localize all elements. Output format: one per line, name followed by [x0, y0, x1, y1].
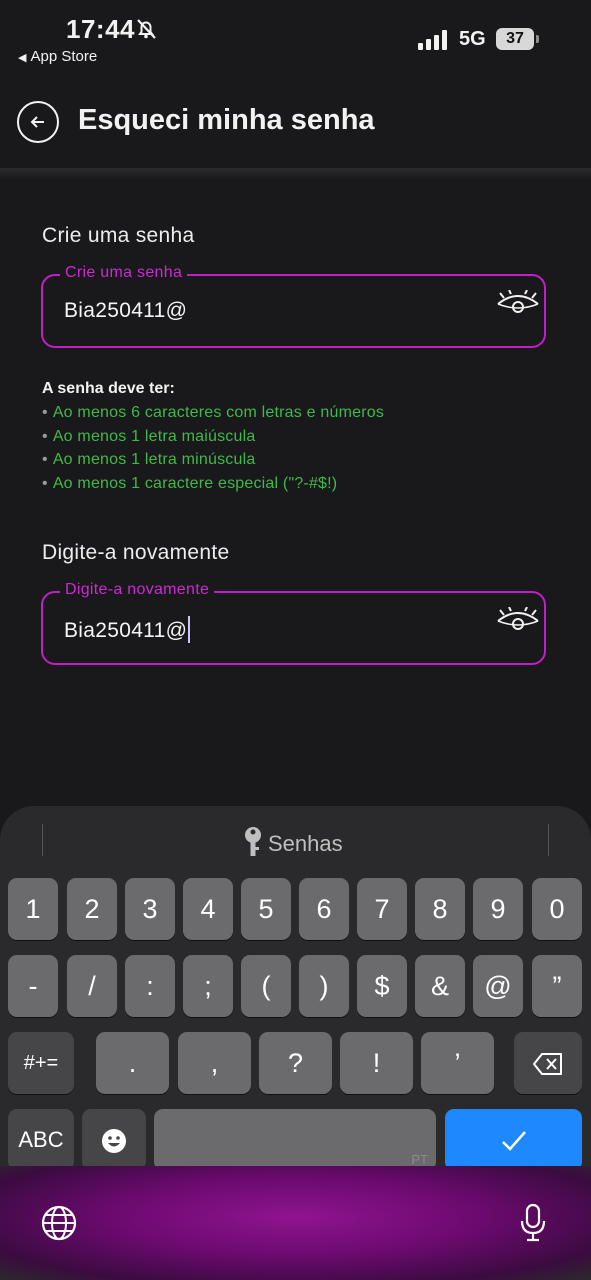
key-apostrophe[interactable]: ’: [421, 1032, 494, 1094]
key-slash[interactable]: /: [67, 955, 117, 1017]
globe-icon[interactable]: [40, 1204, 78, 1242]
header-divider: [0, 168, 591, 180]
keyboard-language: PT: [411, 1152, 428, 1167]
key-question[interactable]: ?: [259, 1032, 332, 1094]
requirements-title: A senha deve ter:: [42, 380, 175, 397]
back-button[interactable]: [17, 101, 59, 143]
confirm-password-value: Bia250411@: [64, 616, 191, 643]
microphone-icon[interactable]: [519, 1203, 547, 1243]
key-0[interactable]: 0: [532, 878, 582, 940]
key-9[interactable]: 9: [473, 878, 523, 940]
key-7[interactable]: 7: [357, 878, 407, 940]
key-period[interactable]: .: [96, 1032, 169, 1094]
password-section-title: Crie uma senha: [42, 224, 195, 247]
space-key[interactable]: PT: [154, 1109, 436, 1171]
suggestion-divider: [42, 824, 43, 856]
password-value: Bia250411@: [64, 299, 188, 322]
key-6[interactable]: 6: [299, 878, 349, 940]
password-field[interactable]: Crie uma senha Bia250411@: [41, 264, 546, 348]
done-key[interactable]: [445, 1109, 582, 1171]
battery-tip: [536, 35, 539, 43]
checkmark-icon: [501, 1131, 526, 1151]
key-colon[interactable]: :: [125, 955, 175, 1017]
bell-muted-icon: [137, 19, 156, 39]
key-2[interactable]: 2: [67, 878, 117, 940]
abc-key[interactable]: ABC: [8, 1109, 74, 1171]
key-4[interactable]: 4: [183, 878, 233, 940]
key-at[interactable]: @: [473, 955, 523, 1017]
requirement-item: • Ao menos 1 letra maiúscula: [42, 428, 256, 445]
key-1[interactable]: 1: [8, 878, 58, 940]
text-caret: [188, 616, 191, 643]
key-close-paren[interactable]: ): [299, 955, 349, 1017]
key-ampersand[interactable]: &: [415, 955, 465, 1017]
confirm-section-title: Digite-a novamente: [42, 541, 230, 564]
key-icon: [245, 827, 261, 856]
confirm-field-label: Digite-a novamente: [60, 581, 215, 599]
passwords-suggestion[interactable]: Senhas: [244, 826, 343, 858]
suggestion-divider: [548, 824, 549, 856]
key-3[interactable]: 3: [125, 878, 175, 940]
keyboard: Senhas 1 2 3 4 5 6 7 8 9 0 - / : ; ( ) $…: [0, 806, 591, 1280]
password-field-label: Crie uma senha: [60, 264, 188, 282]
requirement-item: • Ao menos 1 caractere especial ("?-#$!): [42, 475, 338, 492]
requirement-item: • Ao menos 1 letra minúscula: [42, 451, 256, 468]
cellular-signal-icon: [418, 30, 447, 50]
passwords-label: Senhas: [268, 831, 343, 856]
network-type: 5G: [459, 28, 486, 50]
back-app-label: App Store: [30, 48, 98, 65]
battery-indicator: 37: [496, 28, 534, 50]
symbols-key[interactable]: #+=: [8, 1032, 74, 1094]
eye-closed-icon[interactable]: [495, 290, 541, 320]
backspace-icon: [533, 1053, 562, 1075]
requirement-item: • Ao menos 6 caracteres com letras e núme…: [42, 404, 385, 421]
keyboard-glow-area: [0, 1166, 591, 1280]
confirm-password-field[interactable]: Digite-a novamente Bia250411@: [41, 581, 546, 665]
status-time: 17:44: [66, 14, 135, 44]
key-5[interactable]: 5: [241, 878, 291, 940]
key-comma[interactable]: ,: [178, 1032, 251, 1094]
arrow-left-icon: [30, 116, 44, 128]
key-8[interactable]: 8: [415, 878, 465, 940]
delete-key[interactable]: [514, 1032, 582, 1094]
emoji-icon: [102, 1129, 126, 1153]
back-triangle-icon: ◀: [18, 52, 27, 64]
key-open-paren[interactable]: (: [241, 955, 291, 1017]
back-to-app-store[interactable]: ◀ App Store: [18, 48, 97, 65]
key-exclamation[interactable]: !: [340, 1032, 413, 1094]
key-quote[interactable]: ”: [532, 955, 582, 1017]
key-dollar[interactable]: $: [357, 955, 407, 1017]
key-semicolon[interactable]: ;: [183, 955, 233, 1017]
page-title: Esqueci minha senha: [78, 104, 375, 136]
emoji-key[interactable]: [82, 1109, 146, 1171]
eye-closed-icon[interactable]: [495, 607, 541, 637]
key-hyphen[interactable]: -: [8, 955, 58, 1017]
